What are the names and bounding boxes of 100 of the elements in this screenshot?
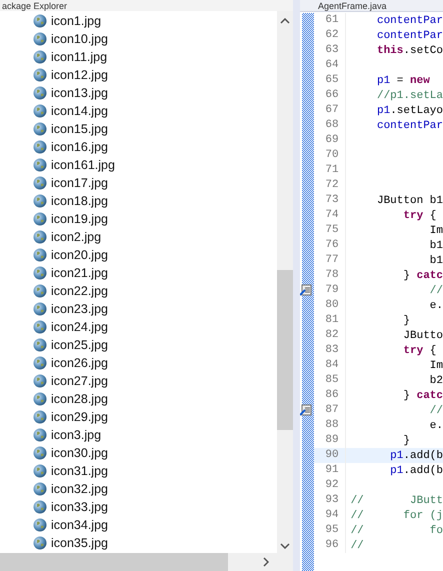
- line-number: 84: [314, 358, 346, 373]
- line-number: 73: [314, 193, 346, 208]
- scroll-up-icon[interactable]: [280, 18, 290, 24]
- globe-icon: [33, 536, 47, 550]
- code-line: p1.setLayo: [376, 104, 443, 116]
- file-item[interactable]: icon16.jpg: [51, 140, 108, 154]
- file-item[interactable]: icon21.jpg: [51, 266, 108, 280]
- file-item[interactable]: icon24.jpg: [51, 320, 108, 334]
- scroll-thumb[interactable]: [277, 270, 293, 430]
- code-line: p1.add(b: [389, 450, 443, 462]
- line-number: 61: [314, 13, 346, 28]
- file-item[interactable]: icon27.jpg: [51, 374, 108, 388]
- code-line: e.: [428, 420, 443, 432]
- line-number: 75: [314, 223, 346, 238]
- line-number: 62: [314, 28, 346, 43]
- globe-icon: [33, 212, 47, 226]
- code-line: JButto: [402, 330, 443, 342]
- globe-icon: [33, 104, 47, 118]
- line-number: 71: [314, 163, 346, 178]
- globe-icon: [33, 338, 47, 352]
- file-item[interactable]: icon26.jpg: [51, 356, 108, 370]
- line-number: 64: [314, 58, 346, 73]
- task-marker-icon[interactable]: [300, 284, 312, 296]
- code-line: //: [428, 284, 443, 296]
- view-title[interactable]: ackage Explorer: [0, 0, 68, 10]
- file-item[interactable]: icon35.jpg: [51, 536, 108, 550]
- code-line: contentPar: [376, 120, 443, 132]
- line-number: 70: [314, 148, 346, 163]
- scroll-down-icon[interactable]: [280, 543, 290, 549]
- code-line: b2: [428, 374, 443, 386]
- line-number: 65: [314, 73, 346, 88]
- file-item[interactable]: icon33.jpg: [51, 500, 108, 514]
- code-line: } catc: [402, 390, 443, 402]
- globe-icon: [33, 68, 47, 82]
- file-item[interactable]: icon17.jpg: [51, 176, 108, 190]
- line-number: 93: [314, 493, 346, 508]
- file-item[interactable]: icon34.jpg: [51, 518, 108, 532]
- line-number: 92: [314, 478, 346, 493]
- line-number: 77: [314, 253, 346, 268]
- line-number: 68: [314, 118, 346, 133]
- globe-icon: [33, 410, 47, 424]
- file-item[interactable]: icon11.jpg: [51, 50, 108, 64]
- code-line: // JButt: [350, 494, 443, 506]
- file-item[interactable]: icon30.jpg: [51, 446, 108, 460]
- file-item[interactable]: icon15.jpg: [51, 122, 108, 136]
- file-item[interactable]: icon18.jpg: [51, 194, 108, 208]
- file-item[interactable]: icon14.jpg: [51, 104, 108, 118]
- file-item[interactable]: icon22.jpg: [51, 284, 108, 298]
- globe-icon: [33, 194, 47, 208]
- globe-icon: [33, 428, 47, 442]
- line-number: 94: [314, 508, 346, 523]
- file-item[interactable]: icon29.jpg: [51, 410, 108, 424]
- line-number: 90: [314, 448, 346, 463]
- line-number: 74: [314, 208, 346, 223]
- code-line: } catc: [402, 270, 443, 282]
- globe-icon: [33, 284, 47, 298]
- globe-icon: [33, 32, 47, 46]
- line-number: 79: [314, 283, 346, 298]
- globe-icon: [33, 14, 47, 28]
- code-line: p1.add(b: [389, 464, 443, 476]
- globe-icon: [33, 158, 47, 172]
- line-number: 96: [314, 538, 346, 553]
- file-item[interactable]: icon3.jpg: [51, 428, 102, 442]
- file-item[interactable]: icon25.jpg: [51, 338, 108, 352]
- line-number: 82: [314, 328, 346, 343]
- globe-icon: [33, 122, 47, 136]
- horizontal-scrollbar[interactable]: [0, 553, 293, 571]
- file-item[interactable]: icon13.jpg: [51, 86, 108, 100]
- code-line: // for (j: [350, 510, 443, 522]
- line-number: 76: [314, 238, 346, 253]
- scroll-right-icon[interactable]: [263, 557, 269, 567]
- file-item[interactable]: icon2.jpg: [51, 230, 102, 244]
- file-item[interactable]: icon28.jpg: [51, 392, 108, 406]
- file-item[interactable]: icon23.jpg: [51, 302, 108, 316]
- file-item[interactable]: icon12.jpg: [51, 68, 108, 82]
- code-line: contentPar: [376, 30, 443, 42]
- globe-icon: [33, 500, 47, 514]
- task-marker-icon[interactable]: [300, 404, 312, 416]
- file-item[interactable]: icon20.jpg: [51, 248, 108, 262]
- globe-icon: [33, 320, 47, 334]
- scroll-thumb[interactable]: [0, 553, 228, 571]
- code-line: b1: [428, 240, 443, 252]
- file-item[interactable]: icon31.jpg: [51, 464, 108, 478]
- code-line: try {: [402, 210, 436, 222]
- file-item[interactable]: icon32.jpg: [51, 482, 108, 496]
- globe-icon: [33, 266, 47, 280]
- file-item[interactable]: icon19.jpg: [51, 212, 108, 226]
- line-number: 78: [314, 268, 346, 283]
- globe-icon: [33, 248, 47, 262]
- globe-icon: [33, 482, 47, 496]
- globe-icon: [33, 140, 47, 154]
- line-number: 95: [314, 523, 346, 538]
- globe-icon: [33, 50, 47, 64]
- file-item[interactable]: icon1.jpg: [51, 14, 102, 28]
- globe-icon: [33, 86, 47, 100]
- file-item[interactable]: icon161.jpg: [51, 158, 115, 172]
- code-line: b1: [428, 254, 443, 266]
- globe-icon: [33, 374, 47, 388]
- file-item[interactable]: icon10.jpg: [51, 32, 108, 46]
- code-line: try {: [402, 344, 436, 356]
